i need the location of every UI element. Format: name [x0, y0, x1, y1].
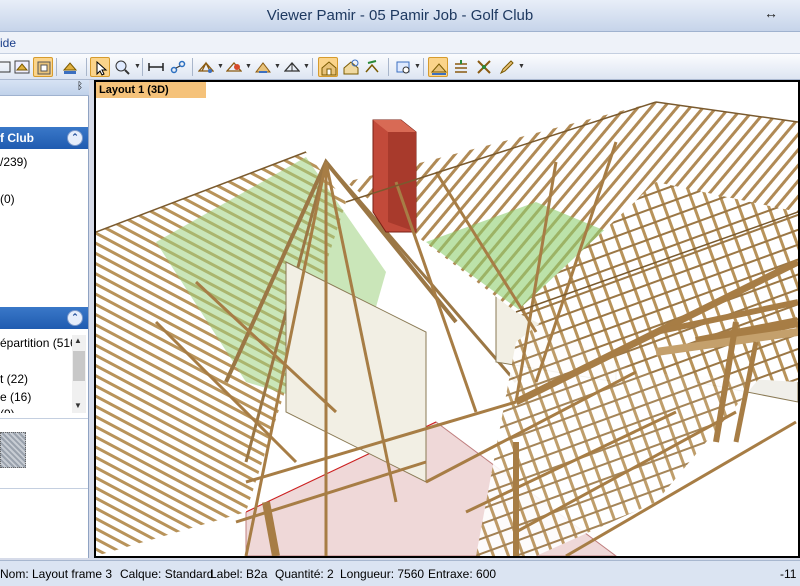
left-panel: ᛒ f Club ⌃ /239) (0) ⌃ épartition (516/ …: [0, 80, 89, 558]
status-entraxe: Entraxe: 600: [428, 567, 497, 581]
menu-help[interactable]: ide: [0, 36, 16, 50]
restore-window-button[interactable]: ↔: [764, 5, 778, 21]
status-longueur: Longueur: 7560: [340, 567, 425, 581]
project-count-line: /239): [0, 155, 28, 169]
panel-title-bar: ᛒ: [0, 80, 89, 96]
zoom-icon[interactable]: [112, 57, 132, 77]
print-icon[interactable]: [60, 57, 80, 77]
status-bar: Nom: Layout frame 3 Calque: Standard Lab…: [0, 560, 800, 586]
scroll-down-icon[interactable]: ▼: [74, 401, 82, 410]
roof-view-icon[interactable]: [12, 57, 32, 77]
project-count-line-2: (0): [0, 192, 15, 206]
view-options-icon[interactable]: [393, 57, 413, 77]
truss-edit-icon[interactable]: [282, 57, 302, 77]
pin-icon[interactable]: ᛒ: [77, 81, 83, 92]
measure-link-icon[interactable]: [168, 57, 188, 77]
roof-framing-3d-scene[interactable]: [96, 82, 798, 556]
layout-tab[interactable]: Layout 1 (3D): [96, 82, 206, 98]
window-title: Viewer Pamir - 05 Pamir Job - Golf Club: [266, 7, 534, 24]
collapse-project-icon[interactable]: ⌃: [67, 130, 83, 146]
menu-bar: ide: [0, 32, 800, 54]
list-item[interactable]: (9): [0, 407, 15, 413]
truss-tool-icon[interactable]: [196, 57, 216, 77]
status-calque: Calque: Standard: [120, 567, 214, 581]
toolbar: ▼ ▼ ▼ ▼ ▼ ▼ ▼: [0, 54, 800, 80]
status-quantite: Quantité: 2: [275, 567, 334, 581]
status-coordinate: -11: [780, 567, 797, 581]
scroll-up-icon[interactable]: ▲: [74, 336, 82, 345]
scroll-thumb[interactable]: [73, 351, 85, 381]
house-view-icon[interactable]: [318, 57, 338, 77]
trim-icon[interactable]: [428, 57, 448, 77]
list-section-header[interactable]: ⌃: [0, 307, 88, 329]
align-icon[interactable]: [451, 57, 471, 77]
title-bar: Viewer Pamir - 05 Pamir Job - Golf Club …: [0, 0, 800, 32]
status-label: Label: B2a: [210, 567, 268, 581]
list-item[interactable]: épartition (516/: [0, 336, 80, 350]
collapse-list-icon[interactable]: ⌃: [67, 310, 83, 326]
truss-select-icon[interactable]: [253, 57, 273, 77]
list-item[interactable]: e (16): [0, 390, 31, 404]
pencil-icon[interactable]: [497, 57, 517, 77]
layer-box-icon[interactable]: [33, 57, 53, 77]
list-scrollbar[interactable]: ▲ ▼: [72, 335, 86, 413]
status-nom: Nom: Layout frame 3: [0, 567, 113, 581]
cross-icon[interactable]: [474, 57, 494, 77]
dimension-icon[interactable]: [146, 57, 166, 77]
list-item[interactable]: t (22): [0, 372, 28, 386]
paint-truss-icon[interactable]: [224, 57, 244, 77]
snap-icon[interactable]: [362, 57, 382, 77]
3d-viewport[interactable]: Layout 1 (3D): [94, 80, 800, 558]
project-section-header[interactable]: f Club ⌃: [0, 127, 88, 149]
select-arrow-icon[interactable]: [90, 57, 110, 77]
project-section-title: f Club: [0, 131, 34, 145]
house-rotate-icon[interactable]: [341, 57, 361, 77]
preview-thumbnail[interactable]: [0, 432, 26, 468]
